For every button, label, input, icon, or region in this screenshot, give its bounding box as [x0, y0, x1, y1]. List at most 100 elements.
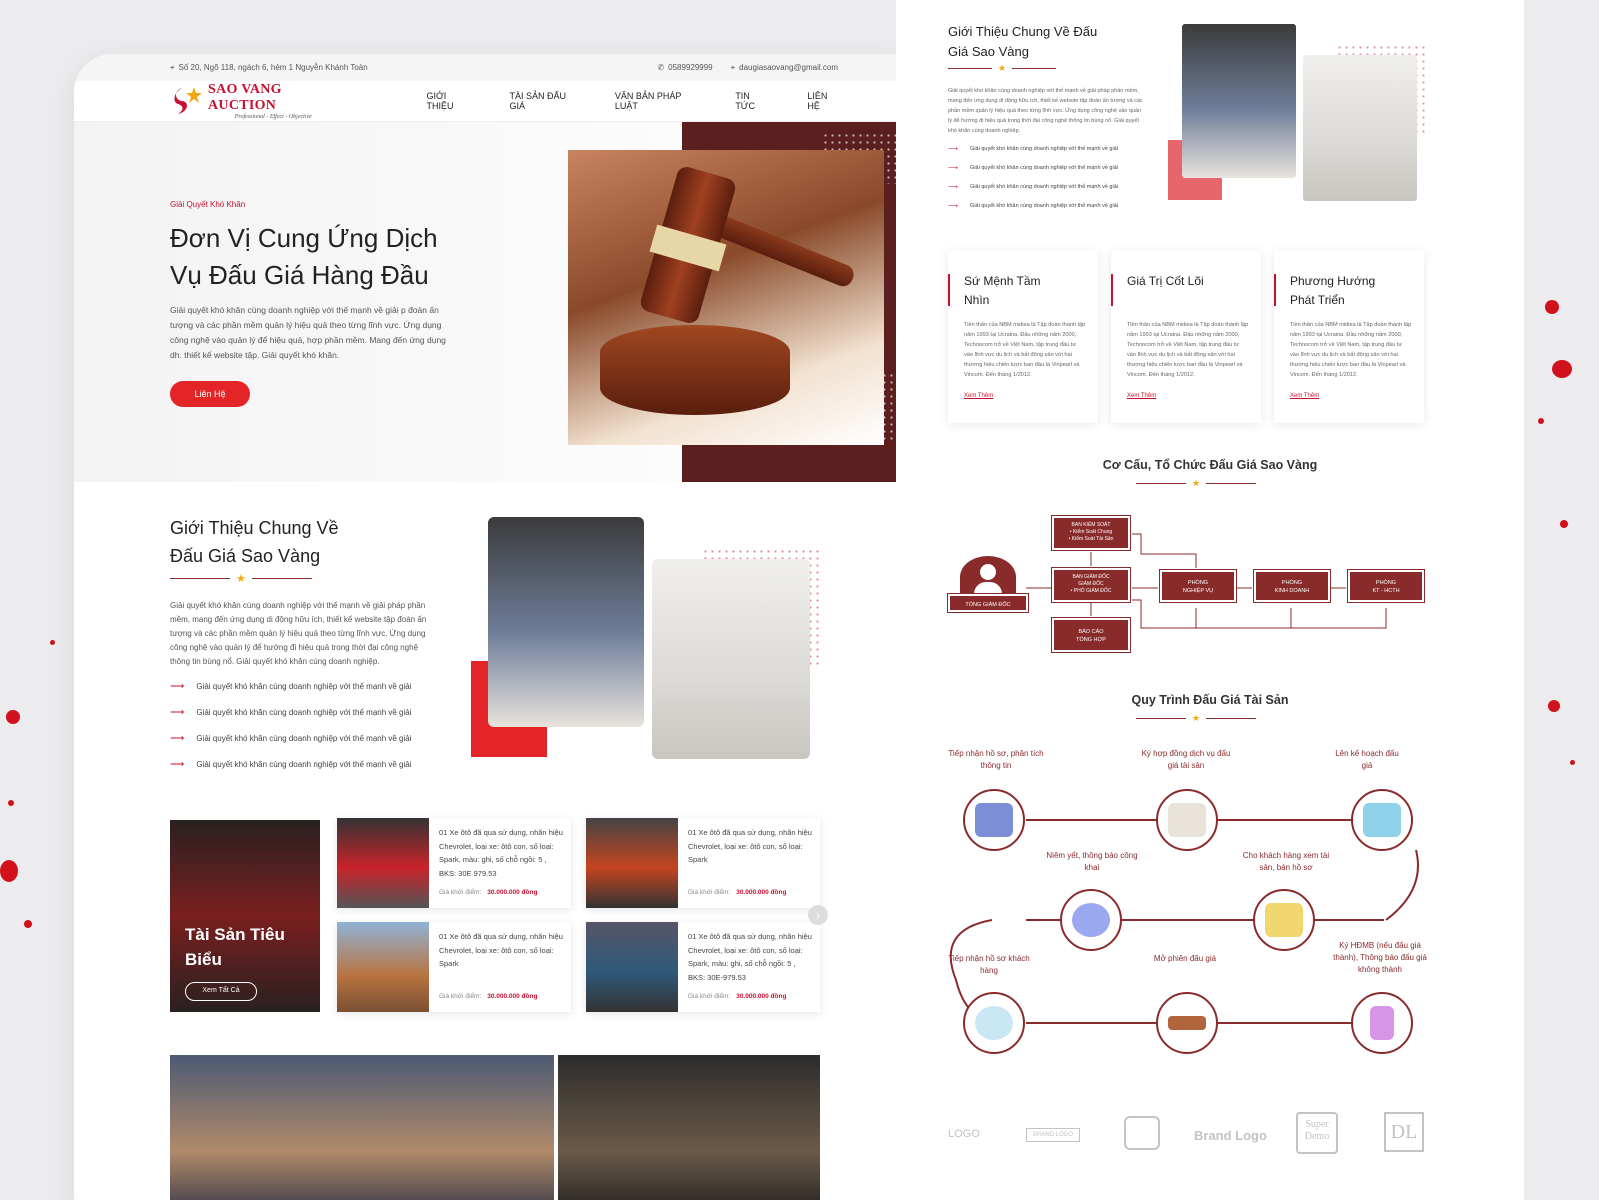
homepage-mockup: ⌖ Số 20, Ngõ 118, ngách 6, hẻm 1 Nguyễn K…	[74, 54, 934, 1200]
org-dept-operations: PHÒNG NGHIỆP VỤ	[1159, 569, 1237, 603]
asset-card[interactable]: 01 Xe ôtô đã qua sử dụng, nhãn hiệu Chev…	[586, 818, 820, 908]
location-icon: ⌖	[730, 62, 736, 72]
intro-bullets: ⟶ Giải quyết khó khăn cùng doanh nghiệp v…	[170, 681, 412, 770]
list-item: ⟶ Giải quyết khó khăn cùng doanh nghiệp v…	[170, 681, 412, 692]
office-photo	[1303, 55, 1417, 201]
star-divider: ★	[1136, 713, 1257, 724]
nav-gioi-thieu[interactable]: GIỚI THIỆU	[427, 91, 470, 111]
step-label: Niêm yết, thông báo công khai	[1046, 851, 1138, 872]
intro-text: Giải quyết khó khăn cùng doanh nghiệp vớ…	[170, 601, 427, 666]
star-divider: ★	[948, 63, 1057, 74]
brand-logo-1: LOGO	[948, 1128, 980, 1140]
step-label: Cho khách hàng xem tài sản, bán hồ sơ	[1242, 851, 1330, 872]
car-thumbnail	[586, 922, 678, 1012]
org-dept-admin: PHÒNG KT - HCTH	[1347, 569, 1425, 603]
read-more-link[interactable]: Xem Thêm	[1127, 393, 1156, 399]
value-card-mission: Sứ Mệnh Tầm Nhìn Tiền thân của NBM midie…	[948, 250, 1098, 423]
about-page-mockup: Giới Thiệu Chung Về Đấu Giá Sao Vàng ★ G…	[896, 0, 1524, 1200]
star-icon: ★	[1192, 478, 1201, 488]
brand-logo-2: BRAND LOGO	[1026, 1128, 1081, 1142]
arrow-icon: ⟶	[948, 165, 959, 172]
arrow-icon: ⟶	[170, 733, 185, 744]
featured-title: Tài Sản Tiêu Biểu	[185, 925, 285, 969]
address-info: ⌖ Số 20, Ngõ 118, ngách 6, hẻm 1 Nguyễn K…	[170, 62, 368, 73]
star-logo-icon	[170, 84, 204, 118]
intro-title: Giới Thiệu Chung Về Đấu Giá Sao Vàng	[170, 518, 339, 566]
profile-document-icon	[1253, 889, 1315, 951]
man-laptop-photo	[1182, 24, 1296, 178]
value-card-core: Giá Trị Cốt Lõi Tiền thân của NBM midiea…	[1111, 250, 1261, 423]
hero: Giải Quyết Khó Khăn Đơn Vị Cung Ứng Dịch…	[74, 122, 934, 482]
office-photo	[652, 559, 810, 759]
nav-van-ban[interactable]: VĂN BẢN PHÁP LUẬT	[615, 91, 696, 111]
chevron-right-icon[interactable]: ›	[808, 905, 828, 925]
right-intro-bullets: ⟶ Giải quyết khó khăn cùng doanh nghiệp v…	[948, 145, 1118, 210]
org-ceo: TỔNG GIÁM ĐỐC	[947, 593, 1029, 613]
star-divider: ★	[170, 572, 312, 585]
nav-tin-tuc[interactable]: TIN TỨC	[735, 91, 767, 111]
asset-card[interactable]: 01 Xe ôtô đã qua sử dụng, nhãn hiệu Chev…	[337, 922, 571, 1012]
process-title: Quy Trình Đấu Giá Tài Sản	[1131, 693, 1289, 707]
interior-image	[558, 1055, 820, 1200]
right-intro-text: Giải quyết khó khăn cùng doanh nghiệp vớ…	[948, 88, 1143, 134]
org-dept-business: PHÒNG KINH DOANH	[1253, 569, 1331, 603]
brand-logo[interactable]: SAO VANG AUCTION Professional - Effect -…	[170, 82, 339, 120]
step-label: Tiếp nhận hồ sơ, phân tích thông tin	[948, 749, 1044, 770]
location-icon: ⌖	[170, 62, 175, 72]
brand-logo-6: DL	[1384, 1112, 1424, 1152]
star-icon: ★	[1192, 713, 1201, 723]
hero-eyebrow: Giải Quyết Khó Khăn	[170, 200, 246, 209]
document-folder-icon	[963, 789, 1025, 851]
list-item: ⟶ Giải quyết khó khăn cùng doanh nghiệp v…	[170, 733, 412, 744]
arrow-icon: ⟶	[948, 184, 959, 191]
topbar: ⌖ Số 20, Ngõ 118, ngách 6, hẻm 1 Nguyễn K…	[74, 54, 934, 81]
list-item: ⟶ Giải quyết khó khăn cùng doanh nghiệp v…	[948, 165, 1118, 172]
read-more-link[interactable]: Xem Thêm	[964, 393, 993, 399]
contact-button[interactable]: Liên Hệ	[170, 381, 250, 407]
planning-screen-icon	[1351, 789, 1413, 851]
main-nav: GIỚI THIỆU TÀI SẢN ĐẤU GIÁ VĂN BẢN PHÁP …	[427, 91, 838, 111]
step-label: Ký hợp đồng dịch vụ đấu giá tài sản	[1141, 749, 1231, 770]
asset-card[interactable]: 01 Xe ôtô đã qua sử dụng, nhãn hiệu Chev…	[586, 922, 820, 1012]
asset-card[interactable]: 01 Xe ôtô đã qua sử dụng, nhãn hiệu Chev…	[337, 818, 571, 908]
list-item: ⟶ Giải quyết khó khăn cùng doanh nghiệp v…	[948, 146, 1118, 153]
car-thumbnail	[586, 818, 678, 908]
featured-assets-panel: Tài Sản Tiêu Biểu Xem Tất Cả	[170, 820, 320, 1012]
megaphone-icon	[1060, 889, 1122, 951]
read-more-link[interactable]: Xem Thêm	[1290, 393, 1319, 399]
hero-text: Giải quyết khó khăn cùng doanh nghiệp vớ…	[170, 305, 446, 360]
navbar: SAO VANG AUCTION Professional - Effect -…	[74, 81, 934, 122]
contract-icon	[1156, 789, 1218, 851]
brand-logo-4: Brand Logo	[1194, 1128, 1267, 1143]
org-control: BAN KIỂM SOÁT • Kiểm Soát Chung • Kiểm S…	[1051, 515, 1131, 551]
hero-title: Đơn Vị Cung Ứng Dịch Vụ Đấu Giá Hàng Đầu	[170, 223, 438, 290]
gavel-image	[568, 150, 884, 445]
view-all-button[interactable]: Xem Tất Cả	[185, 982, 257, 1001]
org-title: Cơ Cấu, Tổ Chức Đấu Giá Sao Vàng	[1102, 458, 1318, 472]
man-laptop-photo	[488, 517, 644, 727]
city-image	[170, 1055, 554, 1200]
star-icon: ★	[236, 573, 246, 585]
arrow-icon: ⟶	[948, 146, 959, 153]
phone-info[interactable]: ✆ 0589929999	[657, 63, 712, 72]
step-label: Ký HĐMB (nếu đấu giá thành), Thông báo đ…	[1333, 941, 1427, 974]
star-divider: ★	[1136, 478, 1257, 489]
phone-app-icon	[1351, 992, 1413, 1054]
ceo-avatar-icon	[960, 556, 1016, 598]
org-board: BAN GIÁM ĐỐC GIÁM ĐỐC • PHÓ GIÁM ĐỐC	[1051, 567, 1131, 603]
nav-tai-san[interactable]: TÀI SẢN ĐẤU GIÁ	[510, 91, 575, 111]
car-thumbnail	[337, 922, 429, 1012]
customer-file-icon	[963, 992, 1025, 1054]
email-info[interactable]: ⌖ daugiasaovang@gmail.com	[731, 63, 838, 73]
nav-lien-he[interactable]: LIÊN HỆ	[807, 91, 838, 111]
arrow-icon: ⟶	[170, 681, 185, 692]
arrow-icon: ⟶	[170, 707, 185, 718]
list-item: ⟶ Giải quyết khó khăn cùng doanh nghiệp v…	[170, 759, 412, 770]
brand-logo-5: Super Demo	[1296, 1112, 1338, 1154]
right-intro-title: Giới Thiệu Chung Về Đấu Giá Sao Vàng	[948, 24, 1098, 59]
list-item: ⟶ Giải quyết khó khăn cùng doanh nghiệp v…	[170, 707, 412, 718]
step-label: Tiếp nhận hồ sơ khách hàng	[948, 954, 1030, 975]
arrow-icon: ⟶	[170, 759, 185, 770]
value-card-direction: Phương Hướng Phát Triển Tiền thân của NB…	[1274, 250, 1424, 423]
gavel-icon	[1156, 992, 1218, 1054]
